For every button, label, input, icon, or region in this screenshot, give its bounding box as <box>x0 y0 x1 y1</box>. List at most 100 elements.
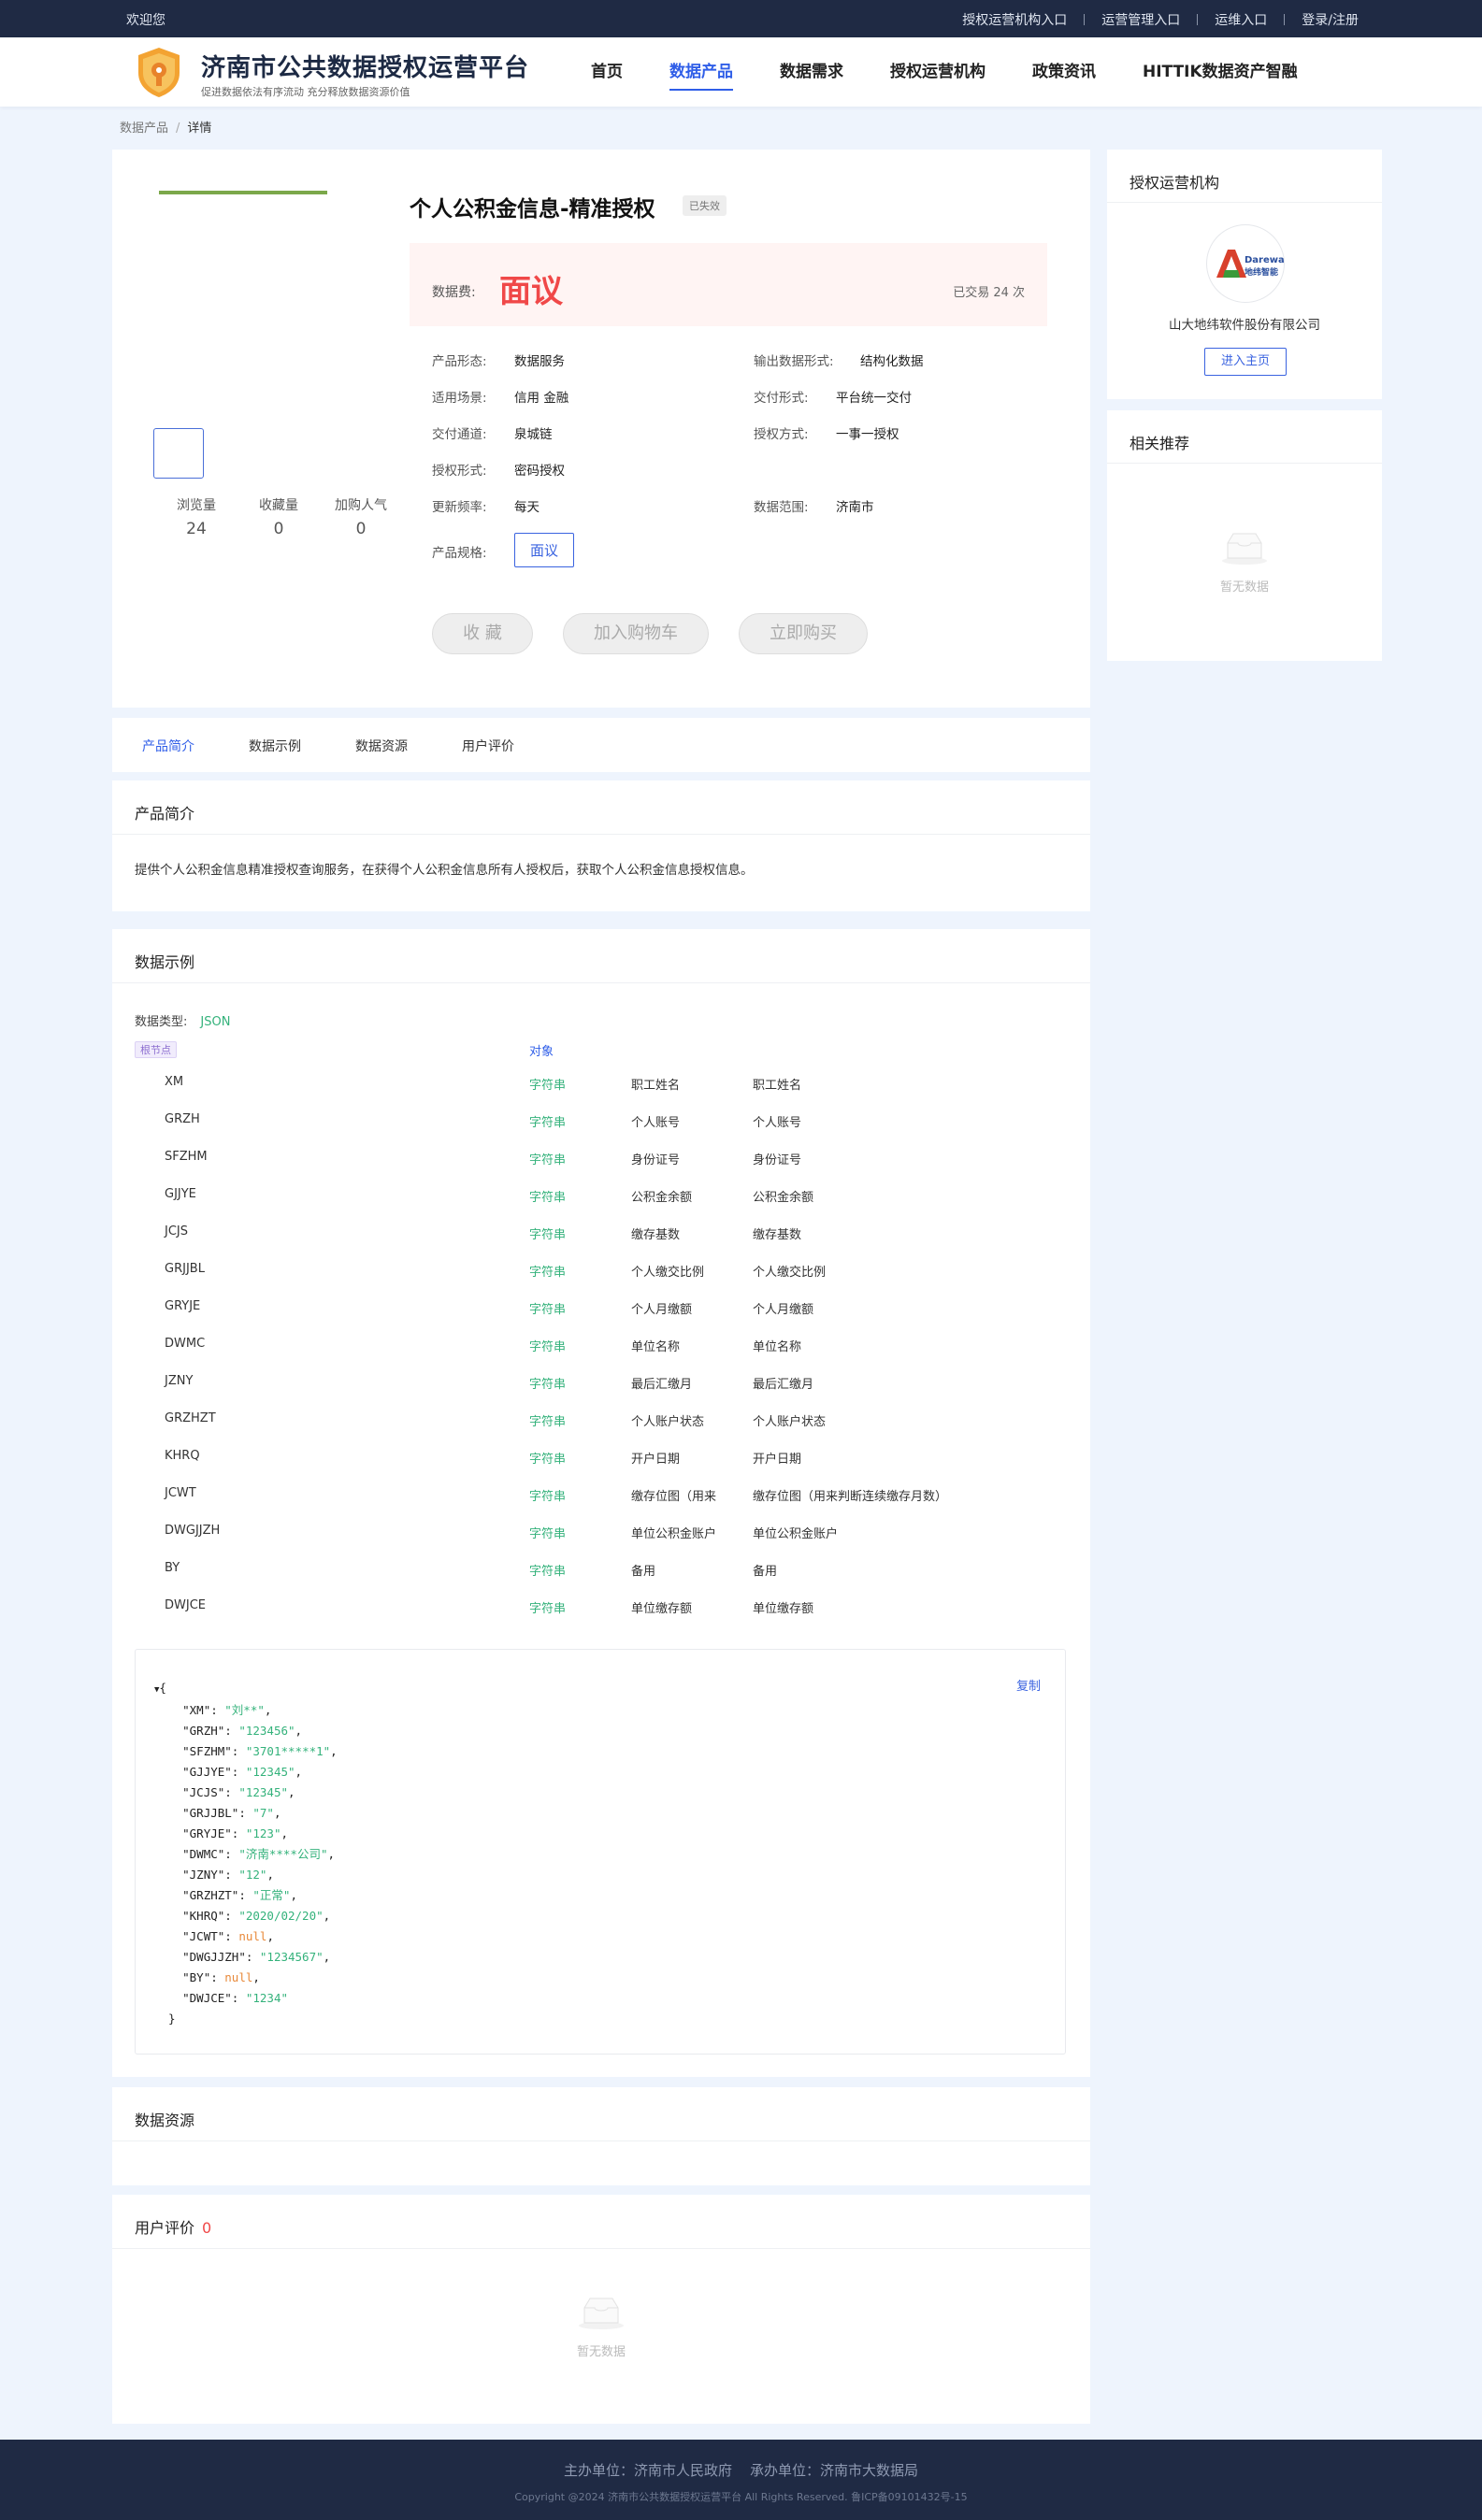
tab-resources[interactable]: 数据资源 <box>355 737 408 755</box>
field-remark: 个人账号 <box>753 1116 802 1130</box>
field-row: GJJYE 字符串 公积金余额 公积金余额 <box>112 1187 1090 1224</box>
stat-cart: 加购人气 0 <box>335 498 387 538</box>
svg-text:Dareway: Dareway <box>1245 255 1285 265</box>
field-row: GRYJE 字符串 个人月缴额 个人月缴额 <box>112 1299 1090 1337</box>
ops-entry-link[interactable]: 运维入口 <box>1215 10 1267 29</box>
login-register-link[interactable]: 登录/注册 <box>1302 10 1359 29</box>
field-desc: 身份证号 <box>631 1153 681 1167</box>
field-name: JCJS <box>165 1224 188 1239</box>
json-line: "JCWT": null, <box>154 1929 274 1943</box>
operator-entry-link[interactable]: 授权运营机构入口 <box>962 10 1067 29</box>
json-line: "KHRQ": "2020/02/20", <box>154 1909 331 1923</box>
stat-favorites: 收藏量 0 <box>259 498 298 538</box>
field-remark: 单位名称 <box>753 1340 802 1354</box>
nav-data-products[interactable]: 数据产品 <box>669 58 733 91</box>
breadcrumb-current: 详情 <box>187 122 212 136</box>
intro-text: 提供个人公积金信息精准授权查询服务，在获得个人公积金信息所有人授权后，获取个人公… <box>135 863 754 878</box>
root-node-tag: 根节点 <box>135 1041 177 1058</box>
field-desc: 缴存位图（用来 <box>631 1490 717 1504</box>
divider <box>1197 14 1199 25</box>
section-title: 相关推荐 <box>1129 435 1190 452</box>
buy-now-button[interactable]: 立即购买 <box>739 613 868 654</box>
attr-scene: 适用场景: 信用 金融 <box>432 391 569 406</box>
field-desc: 单位公积金账户 <box>631 1527 717 1541</box>
json-line: "GRZH": "123456", <box>154 1724 303 1738</box>
json-sample-box: 复制 ▼{ "XM": "刘**", "GRZH": "123456", "SF… <box>135 1649 1066 2055</box>
field-name: GRYJE <box>165 1299 201 1313</box>
field-name: GRJJBL <box>165 1262 205 1276</box>
section-title: 数据示例 <box>135 953 195 971</box>
empty-box-icon <box>579 2298 624 2329</box>
field-type: 字符串 <box>529 1116 567 1130</box>
field-desc: 公积金余额 <box>631 1191 693 1205</box>
empty-box-icon <box>1222 533 1267 565</box>
add-to-cart-button[interactable]: 加入购物车 <box>563 613 709 654</box>
top-bar: 欢迎您 授权运营机构入口 运营管理入口 运维入口 登录/注册 <box>0 0 1482 37</box>
top-links: 授权运营机构入口 运营管理入口 运维入口 登录/注册 <box>962 10 1359 29</box>
favorite-button[interactable]: 收 藏 <box>432 613 533 654</box>
field-remark: 备用 <box>753 1565 778 1579</box>
field-remark: 个人缴交比例 <box>753 1266 827 1280</box>
product-image <box>159 191 327 194</box>
tab-intro[interactable]: 产品简介 <box>142 737 194 755</box>
nav-operators[interactable]: 授权运营机构 <box>890 58 986 91</box>
detail-tabs: 产品简介 数据示例 数据资源 用户评价 <box>112 718 1090 772</box>
field-type: 字符串 <box>529 1565 567 1579</box>
copy-button[interactable]: 复制 <box>1016 1676 1041 1694</box>
nav-data-demands[interactable]: 数据需求 <box>780 58 843 91</box>
field-type: 字符串 <box>529 1228 567 1242</box>
platform-logo-icon[interactable] <box>132 45 186 99</box>
spec-option-button[interactable]: 面议 <box>514 533 575 567</box>
field-row: JCWT 字符串 缴存位图（用来 缴存位图（用来判断连续缴存月数） <box>112 1486 1090 1524</box>
attr-spec: 产品规格: 面议 <box>432 533 575 567</box>
field-type: 字符串 <box>529 1415 567 1429</box>
stat-views: 浏览量 24 <box>177 498 216 538</box>
divider <box>112 834 1090 835</box>
nav-hittik[interactable]: HITTIK数据资产智融 <box>1143 58 1298 91</box>
root-type-label: 对象 <box>529 1045 554 1059</box>
json-line: "XM": "刘**", <box>154 1703 272 1717</box>
json-line: "GJJYE": "12345", <box>154 1765 303 1779</box>
nav-policy-news[interactable]: 政策资讯 <box>1032 58 1096 91</box>
field-type: 字符串 <box>529 1191 567 1205</box>
admin-entry-link[interactable]: 运营管理入口 <box>1101 10 1180 29</box>
json-line: "DWMC": "济南****公司", <box>154 1847 336 1861</box>
attr-frequency: 更新频率: 每天 <box>432 500 540 515</box>
breadcrumb: 数据产品 / 详情 <box>120 122 212 136</box>
field-desc: 个人账户状态 <box>631 1415 705 1429</box>
field-remark: 单位缴存额 <box>753 1602 814 1616</box>
tab-reviews[interactable]: 用户评价 <box>462 737 514 755</box>
footer-copyright: Copyright @2024 济南市公共数据授权运营平台 All Rights… <box>514 2491 968 2503</box>
field-row: JCJS 字符串 缴存基数 缴存基数 <box>112 1224 1090 1262</box>
trade-count: 已交易 24 次 <box>953 286 1025 300</box>
field-remark: 公积金余额 <box>753 1191 814 1205</box>
field-desc: 开户日期 <box>631 1453 681 1467</box>
json-line: "GRZHZT": "正常", <box>154 1888 297 1902</box>
status-badge: 已失效 <box>683 195 727 216</box>
price-value: 面议 <box>499 273 563 310</box>
field-desc: 职工姓名 <box>631 1079 681 1093</box>
field-name: KHRQ <box>165 1449 200 1463</box>
attr-output: 输出数据形式: 结构化数据 <box>754 354 924 369</box>
field-row: BY 字符串 备用 备用 <box>112 1561 1090 1598</box>
product-thumbnail[interactable] <box>153 428 204 479</box>
enter-homepage-button[interactable]: 进入主页 <box>1204 348 1287 376</box>
field-remark: 缴存位图（用来判断连续缴存月数） <box>753 1490 948 1504</box>
field-row: DWJCE 字符串 单位缴存额 单位缴存额 <box>112 1598 1090 1636</box>
operator-logo: Dareway 地纬智能 <box>1206 224 1285 303</box>
welcome-text: 欢迎您 <box>126 13 165 28</box>
breadcrumb-parent[interactable]: 数据产品 <box>120 122 168 136</box>
field-type: 字符串 <box>529 1303 567 1317</box>
nav-home[interactable]: 首页 <box>591 58 623 91</box>
tab-sample[interactable]: 数据示例 <box>249 737 301 755</box>
field-type: 字符串 <box>529 1378 567 1392</box>
field-remark: 身份证号 <box>753 1153 802 1167</box>
field-row: DWMC 字符串 单位名称 单位名称 <box>112 1337 1090 1374</box>
main-nav: 首页 数据产品 数据需求 授权运营机构 政策资讯 HITTIK数据资产智融 <box>591 58 1345 91</box>
divider <box>112 2248 1090 2249</box>
review-count: 0 <box>202 2219 212 2237</box>
field-name: JZNY <box>165 1374 194 1388</box>
field-row: GRZHZT 字符串 个人账户状态 个人账户状态 <box>112 1411 1090 1449</box>
field-name: XM <box>165 1075 184 1089</box>
section-title: 数据资源 <box>135 2112 195 2129</box>
